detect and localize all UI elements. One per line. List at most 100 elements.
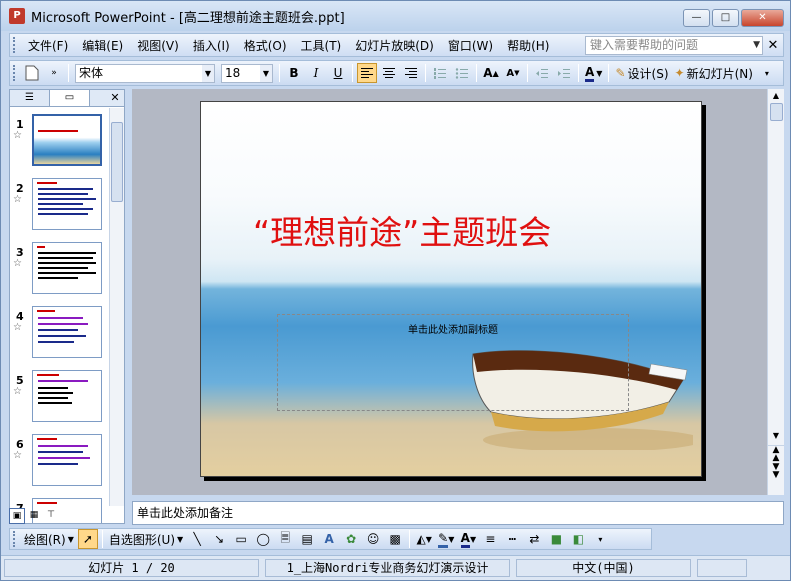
design-button[interactable]: ✎ 设计(S) [613, 63, 670, 83]
document-close-icon[interactable]: ✕ [763, 38, 783, 53]
align-center-icon[interactable] [379, 63, 399, 83]
menu-edit[interactable]: 编辑(E) [75, 37, 130, 54]
editor-scrollbar[interactable]: ▲ ▼ ▲ ▲ ▼ ▼ [767, 89, 784, 495]
select-objects-icon[interactable]: ➚ [77, 529, 98, 549]
vertical-text-box-icon[interactable]: ▤ [297, 529, 317, 549]
arrow-style-icon[interactable]: ⇄ [524, 529, 544, 549]
slide-thumbnail[interactable]: 3 ☆ [10, 242, 110, 302]
slides-pane-scrollbar[interactable] [109, 108, 124, 506]
diagram-icon[interactable]: ✿ [341, 529, 361, 549]
tab-outline[interactable]: ☰ [10, 90, 50, 106]
3d-style-icon[interactable]: ◧ [568, 529, 588, 549]
notes-pane[interactable]: 单击此处添加备注 [132, 501, 784, 525]
align-left-icon[interactable] [357, 63, 377, 83]
toolbar-options-icon[interactable]: » [44, 63, 64, 83]
font-color-icon[interactable]: A ▼ [583, 63, 604, 83]
bold-button[interactable]: B [284, 63, 304, 83]
line-color-icon[interactable]: ✎ ▼ [436, 529, 456, 549]
increase-indent-icon[interactable] [554, 63, 574, 83]
menu-insert[interactable]: 插入(I) [186, 37, 237, 54]
normal-view-icon[interactable]: ▣ [9, 508, 25, 524]
slide-preview[interactable] [32, 434, 102, 486]
previous-slide-icon[interactable]: ▲ ▲ [768, 445, 784, 463]
underline-button[interactable]: U [328, 63, 348, 83]
menu-tools[interactable]: 工具(T) [294, 37, 349, 54]
fill-color-icon[interactable]: ◭ ▼ [414, 529, 434, 549]
scroll-up-icon[interactable]: ▲ [768, 89, 784, 103]
menu-window[interactable]: 窗口(W) [441, 37, 500, 54]
slide-title[interactable]: “理想前途”主题班会 [253, 206, 551, 254]
menu-format[interactable]: 格式(O) [237, 37, 294, 54]
scrollbar-thumb[interactable] [111, 122, 123, 202]
line-style-icon[interactable]: ≡ [480, 529, 500, 549]
current-slide[interactable]: “理想前途”主题班会 单击此处添加副标题 [200, 101, 702, 477]
chevron-down-icon[interactable]: ▼ [202, 64, 214, 82]
slide-preview[interactable] [32, 370, 102, 422]
slide-thumbnail[interactable]: 6 ☆ [10, 434, 110, 494]
menu-slideshow[interactable]: 幻灯片放映(D) [348, 37, 441, 54]
menu-file[interactable]: 文件(F) [21, 37, 75, 54]
slide-thumbnail[interactable]: 1 ☆ [10, 114, 110, 174]
arrow-icon[interactable]: ↘ [209, 529, 229, 549]
dash-style-icon[interactable]: ┅ [502, 529, 522, 549]
scroll-down-icon[interactable]: ▼ [768, 429, 784, 443]
slide-thumbnail[interactable]: 2 ☆ [10, 178, 110, 238]
close-button[interactable]: ✕ [741, 9, 784, 27]
slideshow-view-icon[interactable]: ⊤ [43, 508, 59, 524]
slide-preview[interactable] [32, 242, 102, 294]
font-color-icon[interactable]: A ▼ [458, 529, 478, 549]
separator [279, 64, 280, 82]
slide-preview[interactable] [32, 114, 102, 166]
shadow-style-icon[interactable]: ■ [546, 529, 566, 549]
help-search-input[interactable]: 键入需要帮助的问题 ▼ [585, 35, 763, 55]
clip-art-icon[interactable]: ☺ [363, 529, 383, 549]
italic-button[interactable]: I [306, 63, 326, 83]
separator [68, 64, 69, 82]
decrease-indent-icon[interactable] [532, 63, 552, 83]
maximize-button[interactable]: □ [712, 9, 739, 27]
slide-thumbnail[interactable]: 4 ☆ [10, 306, 110, 366]
new-slide-button[interactable]: ✦ 新幻灯片(N) [673, 63, 755, 83]
slide-preview[interactable] [32, 178, 102, 230]
autoshapes-button[interactable]: 自选图形(U) ▼ [107, 529, 185, 549]
draw-menu-button[interactable]: 绘图(R) ▼ [22, 529, 76, 549]
pane-close-icon[interactable]: ✕ [106, 90, 124, 106]
align-right-icon[interactable] [401, 63, 421, 83]
menubar-grip[interactable] [13, 37, 16, 53]
new-document-icon[interactable] [22, 63, 42, 83]
slide-sorter-view-icon[interactable]: ▦ [26, 508, 42, 524]
window-title: Microsoft PowerPoint - [高二理想前途主题班会.ppt] [31, 10, 345, 26]
subtitle-placeholder[interactable]: 单击此处添加副标题 [277, 314, 629, 411]
numbered-list-icon[interactable] [430, 63, 450, 83]
minimize-button[interactable]: — [683, 9, 710, 27]
font-name-select[interactable]: 宋体 ▼ [75, 63, 215, 83]
chevron-down-icon[interactable]: ▼ [753, 37, 760, 54]
text-box-icon[interactable]: 🗏 [275, 529, 295, 549]
status-empty [697, 559, 747, 577]
insert-picture-icon[interactable]: ▩ [385, 529, 405, 549]
scrollbar-thumb[interactable] [770, 103, 783, 121]
bullet-list-icon[interactable] [452, 63, 472, 83]
line-icon[interactable]: ╲ [187, 529, 207, 549]
decrease-font-size-icon[interactable]: A ▼ [503, 63, 523, 83]
status-design-name: 1_上海Nordri专业商务幻灯演示设计 [265, 559, 510, 577]
powerpoint-app-icon[interactable]: P [9, 8, 25, 24]
drawbar-grip[interactable] [13, 531, 16, 547]
menu-view[interactable]: 视图(V) [130, 37, 186, 54]
menu-help[interactable]: 帮助(H) [500, 37, 556, 54]
oval-icon[interactable]: ◯ [253, 529, 273, 549]
rectangle-icon[interactable]: ▭ [231, 529, 251, 549]
pane-tabs: ☰ ▭ ✕ [10, 90, 124, 107]
tab-slides[interactable]: ▭ [50, 90, 90, 106]
chevron-down-icon[interactable]: ▼ [260, 64, 272, 82]
toolbar-overflow-icon[interactable]: ▾ [757, 63, 777, 83]
toolbar-overflow-icon[interactable]: ▾ [590, 529, 610, 549]
font-size-select[interactable]: 18 ▼ [221, 63, 273, 83]
wordart-icon[interactable]: A [319, 529, 339, 549]
slide-thumbnail[interactable]: 5 ☆ [10, 370, 110, 430]
next-slide-icon[interactable]: ▼ ▼ [768, 463, 784, 480]
toolbar-grip[interactable] [13, 65, 16, 81]
increase-font-size-icon[interactable]: A ▲ [481, 63, 501, 83]
slide-preview[interactable] [32, 306, 102, 358]
notes-placeholder: 单击此处添加备注 [137, 506, 234, 520]
